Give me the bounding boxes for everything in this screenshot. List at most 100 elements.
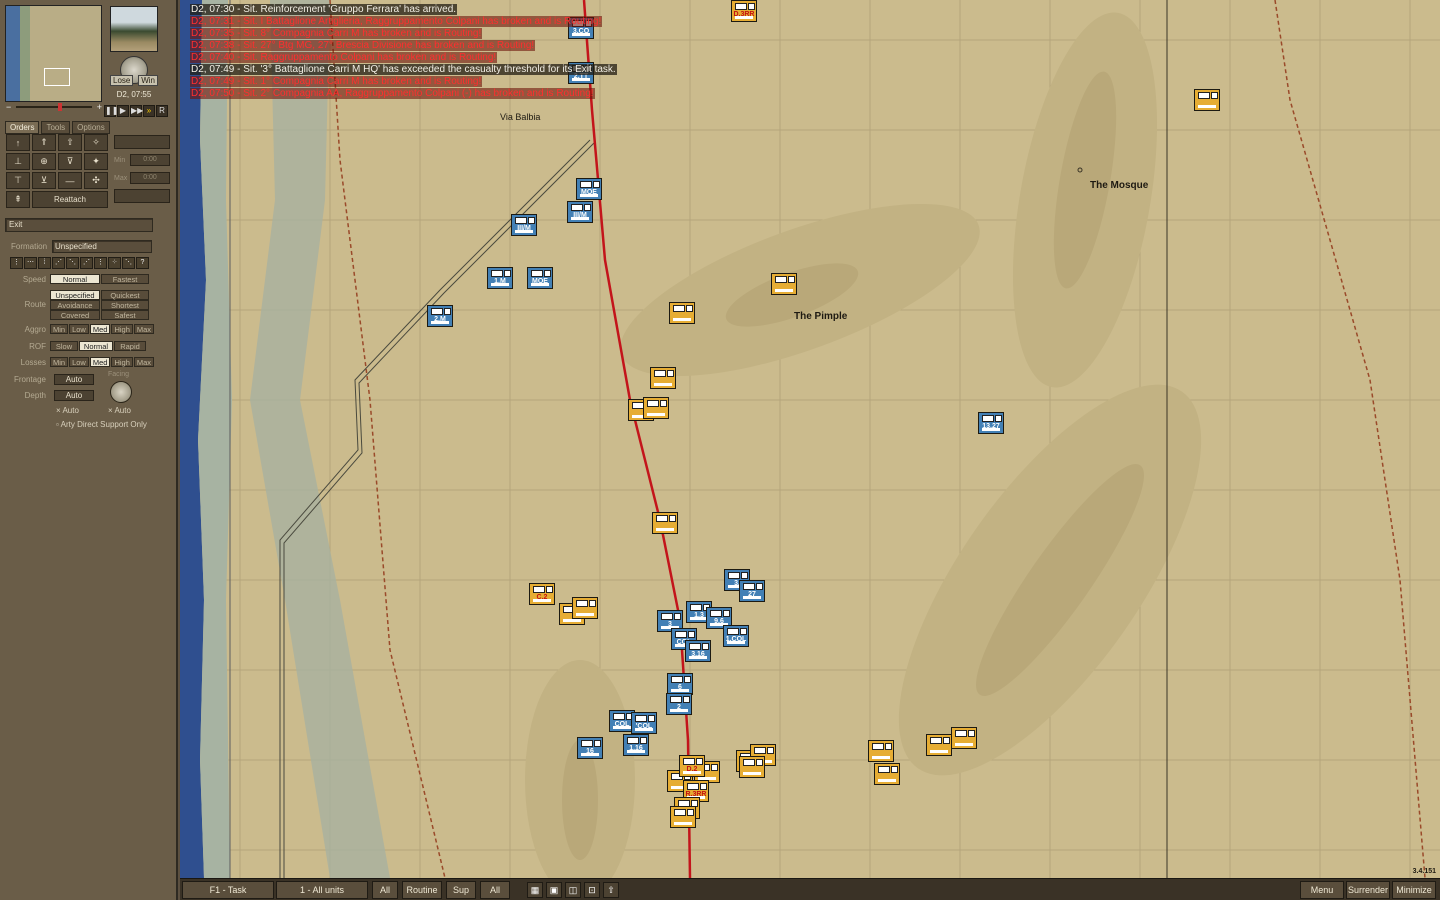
filter-routine-button[interactable]: Routine <box>402 881 442 899</box>
unit-counter[interactable] <box>643 397 669 419</box>
tactical-map[interactable]: Via Balbia The Mosque The Pimple 3.CO 2.… <box>180 0 1440 878</box>
pause-icon[interactable]: ❚❚ <box>104 105 118 117</box>
route-covered[interactable]: Covered <box>50 310 100 320</box>
unit-counter[interactable] <box>868 740 894 762</box>
unit-counter[interactable]: 'COL <box>631 712 657 734</box>
probe-order-icon[interactable]: ✧ <box>84 134 108 151</box>
unit-counter[interactable] <box>650 367 676 389</box>
arty-direct-support-checkbox[interactable]: ▫ Arty Direct Support Only <box>56 420 147 429</box>
unit-counter[interactable]: MOE <box>527 267 553 289</box>
aggro-high[interactable]: High <box>111 324 133 334</box>
overlay-toggle-icon[interactable]: ▣ <box>546 882 562 898</box>
route-quickest[interactable]: Quickest <box>101 290 149 300</box>
filter-all-button[interactable]: All <box>372 881 398 899</box>
unit-counter[interactable]: 16 <box>577 737 603 759</box>
unit-counter[interactable]: C.2 <box>529 583 555 605</box>
fire-order-icon[interactable]: ⊕ <box>32 153 56 170</box>
minimize-button[interactable]: Minimize <box>1392 881 1436 899</box>
formation-wedge-icon[interactable]: ⋰ <box>52 257 65 269</box>
min-value[interactable]: 0:00 <box>130 154 170 166</box>
time-slider-track[interactable] <box>16 106 92 108</box>
unit-counter[interactable]: D.2 <box>679 755 705 777</box>
hold-order-icon[interactable]: ⊽ <box>58 153 82 170</box>
tab-tools[interactable]: Tools <box>41 121 71 134</box>
rof-slow[interactable]: Slow <box>50 341 78 351</box>
losses-low[interactable]: Low <box>69 357 89 367</box>
max-value[interactable]: 0:00 <box>130 172 170 184</box>
unit-counter[interactable]: 2.M <box>427 305 453 327</box>
fastest-forward-icon[interactable]: » <box>143 105 155 117</box>
zoom-in-icon[interactable]: + <box>97 103 102 112</box>
unit-counter[interactable] <box>739 756 765 778</box>
unit-counter[interactable]: 27 <box>739 580 765 602</box>
formation-echelon-right-icon[interactable]: ⋰ <box>80 257 93 269</box>
grid-toggle-icon[interactable]: ▦ <box>527 882 543 898</box>
unit-counter[interactable]: 1.COL <box>723 625 749 647</box>
unit-counter[interactable]: 1.M <box>487 267 513 289</box>
unit-counter[interactable] <box>874 763 900 785</box>
minimap-viewport[interactable] <box>44 68 70 86</box>
unit-counter[interactable] <box>771 273 797 295</box>
speed-normal[interactable]: Normal <box>50 274 100 284</box>
terrain-toggle-icon[interactable]: ◫ <box>565 882 581 898</box>
move-order-icon[interactable]: ↑ <box>6 134 30 151</box>
order-arrow-icon[interactable]: ⇧ <box>603 882 619 898</box>
formation-echelon-left-icon[interactable]: ⋱ <box>66 257 79 269</box>
formation-line-icon[interactable]: ⋯ <box>24 257 37 269</box>
zoom-out-icon[interactable]: − <box>6 103 11 112</box>
exit-order-icon[interactable]: ⇞ <box>6 191 30 208</box>
unit-counter[interactable]: 13.27 <box>978 412 1004 434</box>
formation-box-icon[interactable]: ⁞ <box>38 257 51 269</box>
route-safest[interactable]: Safest <box>101 310 149 320</box>
assault-order-icon[interactable]: ⇧ <box>58 134 82 151</box>
build-order-icon[interactable]: ✣ <box>84 172 108 189</box>
aggro-low[interactable]: Low <box>69 324 89 334</box>
route-avoidance[interactable]: Avoidance <box>50 300 100 310</box>
unit-counter[interactable] <box>1194 89 1220 111</box>
rof-normal[interactable]: Normal <box>79 341 113 351</box>
speed-fastest[interactable]: Fastest <box>101 274 149 284</box>
depth-select[interactable]: Auto <box>54 390 94 401</box>
unit-counter[interactable] <box>926 734 952 756</box>
time-slider[interactable]: − + <box>6 103 102 112</box>
withdraw-order-icon[interactable]: ⊻ <box>32 172 56 189</box>
unit-counter[interactable]: 6 <box>667 673 693 695</box>
unit-counter[interactable]: MOE <box>576 178 602 200</box>
unit-counter[interactable]: III/M <box>511 214 537 236</box>
formation-select[interactable]: Unspecified <box>52 239 152 253</box>
task-field[interactable]: Exit <box>5 218 153 232</box>
unit-counter[interactable] <box>951 727 977 749</box>
facing-auto-checkbox[interactable]: × Auto <box>108 406 131 415</box>
unit-counter[interactable] <box>670 806 696 828</box>
formation-arrow-icon[interactable]: ⋱ <box>122 257 135 269</box>
embark-order-icon[interactable]: — <box>58 172 82 189</box>
route-shortest[interactable]: Shortest <box>101 300 149 310</box>
filter-all2-button[interactable]: All <box>480 881 510 899</box>
play-icon[interactable]: ▶ <box>117 105 129 117</box>
aggro-max[interactable]: Max <box>133 324 155 334</box>
fast-forward-icon[interactable]: ▶▶ <box>130 105 143 117</box>
surrender-button[interactable]: Surrender <box>1346 881 1390 899</box>
aggro-med[interactable]: Med <box>89 324 111 334</box>
task-button[interactable]: F1 - Task <box>182 881 274 899</box>
losses-high[interactable]: High <box>111 357 133 367</box>
orders-side-button[interactable] <box>114 135 170 149</box>
all-units-button[interactable]: 1 - All units <box>276 881 368 899</box>
tab-orders[interactable]: Orders <box>5 121 40 134</box>
bombard-order-icon[interactable]: ✦ <box>84 153 108 170</box>
formation-column-icon[interactable]: ⋮ <box>10 257 23 269</box>
unit-counter[interactable] <box>572 597 598 619</box>
deploy-order-icon[interactable]: ⊤ <box>6 172 30 189</box>
unit-counter[interactable]: 2 <box>666 693 692 715</box>
unit-counter[interactable]: III/M <box>567 201 593 223</box>
losses-min[interactable]: Min <box>50 357 69 367</box>
aggro-min[interactable]: Min <box>50 324 69 334</box>
unit-counter[interactable]: 3.16 <box>685 640 711 662</box>
losses-max[interactable]: Max <box>133 357 155 367</box>
unit-info-icon[interactable]: ⊡ <box>584 882 600 898</box>
formation-vee-icon[interactable]: ⋮ <box>94 257 107 269</box>
replay-icon[interactable]: R <box>156 105 168 117</box>
filter-sup-button[interactable]: Sup <box>446 881 476 899</box>
rof-rapid[interactable]: Rapid <box>114 341 146 351</box>
formation-help-icon[interactable]: ? <box>136 257 149 269</box>
